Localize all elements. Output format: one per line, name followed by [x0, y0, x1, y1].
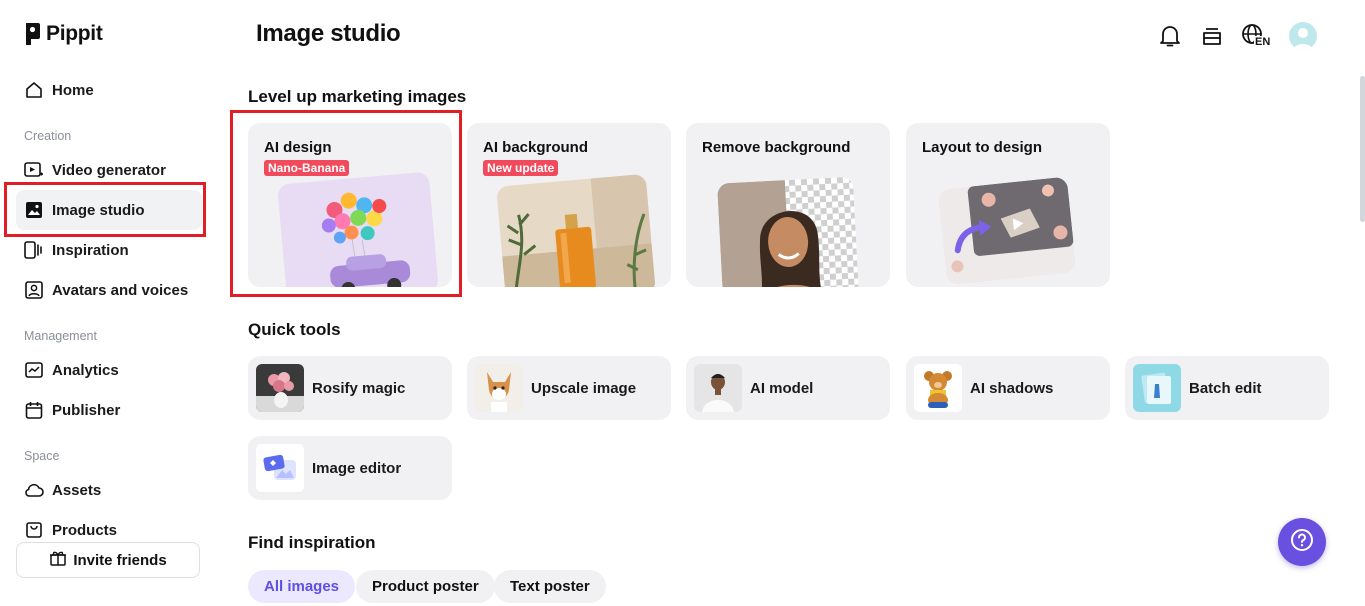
card-title: Remove background	[702, 139, 851, 156]
inspiration-icon	[24, 240, 44, 260]
section-label-creation: Creation	[24, 129, 72, 143]
gift-icon	[49, 549, 67, 572]
chip-product-poster[interactable]: Product poster	[356, 570, 495, 603]
ai-shadows-thumbnail	[914, 364, 962, 412]
image-editor-thumbnail	[256, 444, 304, 492]
sidebar: Pippit Home Creation Video generator Ima…	[0, 0, 216, 606]
batch-edit-thumbnail	[1133, 364, 1181, 412]
calendar-icon	[24, 400, 44, 420]
help-button[interactable]	[1278, 518, 1326, 566]
upscale-thumbnail	[475, 364, 523, 412]
section-label-management: Management	[24, 329, 97, 343]
sidebar-item-label: Avatars and voices	[52, 281, 189, 299]
ai-design-thumbnail	[277, 171, 439, 287]
tool-label: Batch edit	[1189, 379, 1262, 397]
card-title: Layout to design	[922, 139, 1042, 156]
section-label-space: Space	[24, 449, 60, 463]
app-name: Pippit	[46, 22, 103, 45]
user-avatar[interactable]	[1289, 22, 1317, 50]
remove-background-thumbnail	[716, 176, 860, 287]
tool-label: Image editor	[312, 459, 402, 477]
logo[interactable]: Pippit	[24, 22, 103, 46]
tool-label: AI model	[750, 379, 814, 397]
page-title: Image studio	[256, 20, 401, 47]
header-actions: EN	[1157, 22, 1317, 50]
bag-icon	[24, 520, 44, 540]
tool-ai-shadows[interactable]: AI shadows	[906, 356, 1110, 420]
card-ai-background[interactable]: AI background New update	[467, 123, 671, 287]
pippit-logo-icon	[26, 23, 40, 45]
tool-upscale-image[interactable]: Upscale image	[467, 356, 671, 420]
card-title: AI background	[483, 139, 589, 156]
card-ai-design[interactable]: AI design Nano-Banana	[248, 123, 452, 287]
chip-all-images[interactable]: All images	[248, 570, 356, 603]
badge-nano-banana: Nano-Banana	[264, 160, 350, 176]
bell-icon[interactable]	[1157, 23, 1183, 49]
rosify-thumbnail	[256, 364, 304, 412]
sidebar-item-label: Home	[52, 81, 94, 99]
section-heading-marketing: Level up marketing images	[248, 87, 467, 106]
card-remove-background[interactable]: Remove background	[686, 123, 890, 287]
sidebar-item-label: Analytics	[52, 361, 119, 379]
chip-text-poster[interactable]: Text poster	[494, 570, 606, 603]
layout-to-design-thumbnail	[937, 176, 1077, 286]
tool-ai-model[interactable]: AI model	[686, 356, 890, 420]
video-generator-icon	[24, 160, 44, 180]
section-heading-quick-tools: Quick tools	[248, 320, 341, 339]
tool-label: Upscale image	[531, 379, 637, 397]
sidebar-item-label: Publisher	[52, 401, 121, 419]
ai-background-thumbnail	[496, 173, 656, 287]
tool-label: Rosify magic	[312, 379, 406, 397]
analytics-icon	[24, 360, 44, 380]
section-heading-inspiration: Find inspiration	[248, 533, 376, 552]
card-layout-to-design[interactable]: Layout to design	[906, 123, 1110, 287]
invite-friends-label: Invite friends	[73, 551, 167, 569]
tool-image-editor[interactable]: Image editor	[248, 436, 452, 500]
sidebar-item-label: Inspiration	[52, 241, 129, 259]
app-root: Pippit Home Creation Video generator Ima…	[0, 0, 1365, 606]
credits-icon[interactable]	[1199, 23, 1225, 49]
tool-rosify-magic[interactable]: Rosify magic	[248, 356, 452, 420]
invite-friends-button[interactable]: Invite friends	[16, 542, 200, 578]
sidebar-item-home[interactable]: Home	[16, 70, 202, 110]
sidebar-item-assets[interactable]: Assets	[16, 470, 202, 510]
badge-new-update: New update	[483, 160, 559, 176]
sidebar-item-label: Products	[52, 521, 118, 539]
card-title: AI design	[264, 139, 332, 156]
sidebar-item-analytics[interactable]: Analytics	[16, 350, 202, 390]
sidebar-item-label: Assets	[52, 481, 102, 499]
language-globe-icon[interactable]: EN	[1241, 23, 1273, 49]
ai-model-thumbnail	[694, 364, 742, 412]
avatar-icon	[24, 280, 44, 300]
highlight-box-sidebar	[4, 182, 206, 237]
language-label: EN	[1254, 36, 1272, 48]
home-icon	[24, 80, 44, 100]
sidebar-item-avatars-and-voices[interactable]: Avatars and voices	[16, 270, 202, 310]
tool-batch-edit[interactable]: Batch edit	[1125, 356, 1329, 420]
sidebar-item-label: Video generator	[52, 161, 166, 179]
tool-label: AI shadows	[970, 379, 1054, 397]
page-scrollbar[interactable]	[1360, 76, 1365, 222]
sidebar-item-publisher[interactable]: Publisher	[16, 390, 202, 430]
cloud-icon	[24, 480, 44, 500]
question-mark-icon	[1290, 528, 1314, 557]
